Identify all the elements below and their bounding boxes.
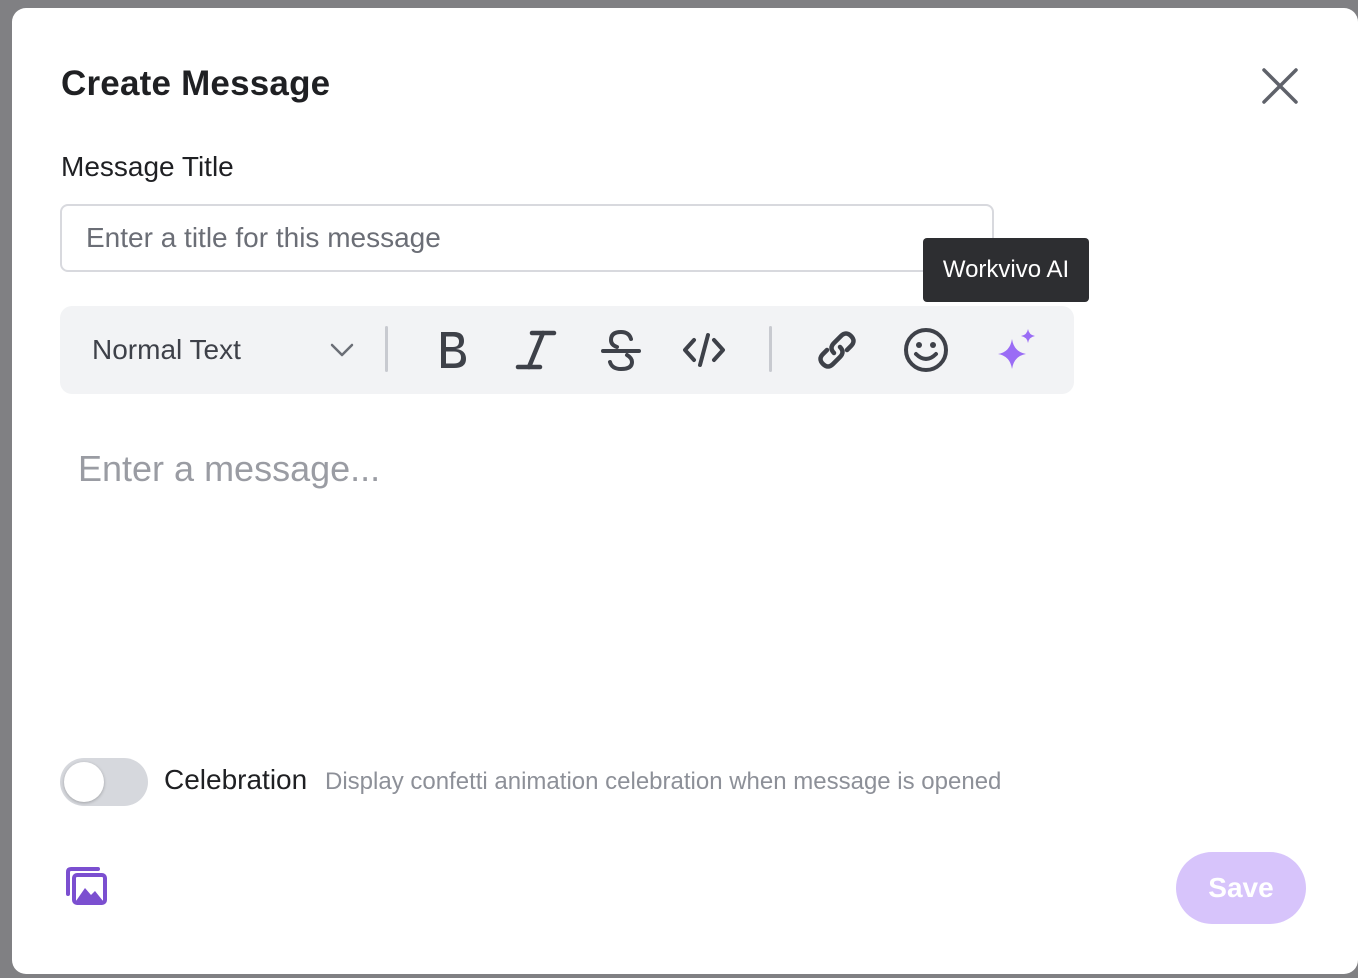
text-style-dropdown[interactable]: Normal Text	[80, 320, 360, 380]
sparkles-icon	[998, 329, 1035, 369]
workvivo-ai-tooltip: Workvivo AI	[923, 238, 1089, 302]
italic-button[interactable]	[508, 322, 564, 378]
text-style-value: Normal Text	[92, 334, 241, 365]
create-message-dialog: Create Message Message Title Normal Text	[12, 8, 1358, 974]
celebration-description: Display confetti animation celebration w…	[325, 768, 1002, 795]
emoji-icon	[904, 328, 948, 372]
strikethrough-icon	[601, 329, 641, 372]
code-button[interactable]	[676, 322, 732, 378]
italic-icon	[515, 330, 557, 370]
bold-icon	[441, 332, 466, 368]
link-button[interactable]	[809, 322, 865, 378]
emoji-button[interactable]	[898, 322, 954, 378]
celebration-label: Celebration	[164, 764, 308, 795]
message-body-input[interactable]	[60, 428, 1300, 728]
celebration-toggle[interactable]	[60, 758, 148, 806]
close-button[interactable]	[1258, 64, 1302, 108]
close-icon	[1262, 68, 1298, 104]
image-gallery-icon	[66, 867, 107, 905]
toolbar-divider	[769, 326, 772, 372]
strikethrough-button[interactable]	[593, 322, 649, 378]
toggle-knob	[64, 762, 104, 802]
message-title-input[interactable]	[60, 204, 994, 272]
chevron-down-icon	[330, 343, 354, 357]
link-icon	[818, 331, 856, 369]
save-button[interactable]: Save	[1176, 852, 1306, 924]
message-title-label: Message Title	[61, 151, 234, 182]
formatting-toolbar: Normal Text	[60, 306, 1074, 394]
workvivo-ai-button[interactable]	[988, 322, 1044, 378]
bold-button[interactable]	[424, 322, 480, 378]
toolbar-divider	[385, 326, 388, 372]
add-media-button[interactable]	[64, 866, 112, 910]
dialog-title: Create Message	[61, 64, 331, 103]
code-icon	[683, 333, 725, 367]
